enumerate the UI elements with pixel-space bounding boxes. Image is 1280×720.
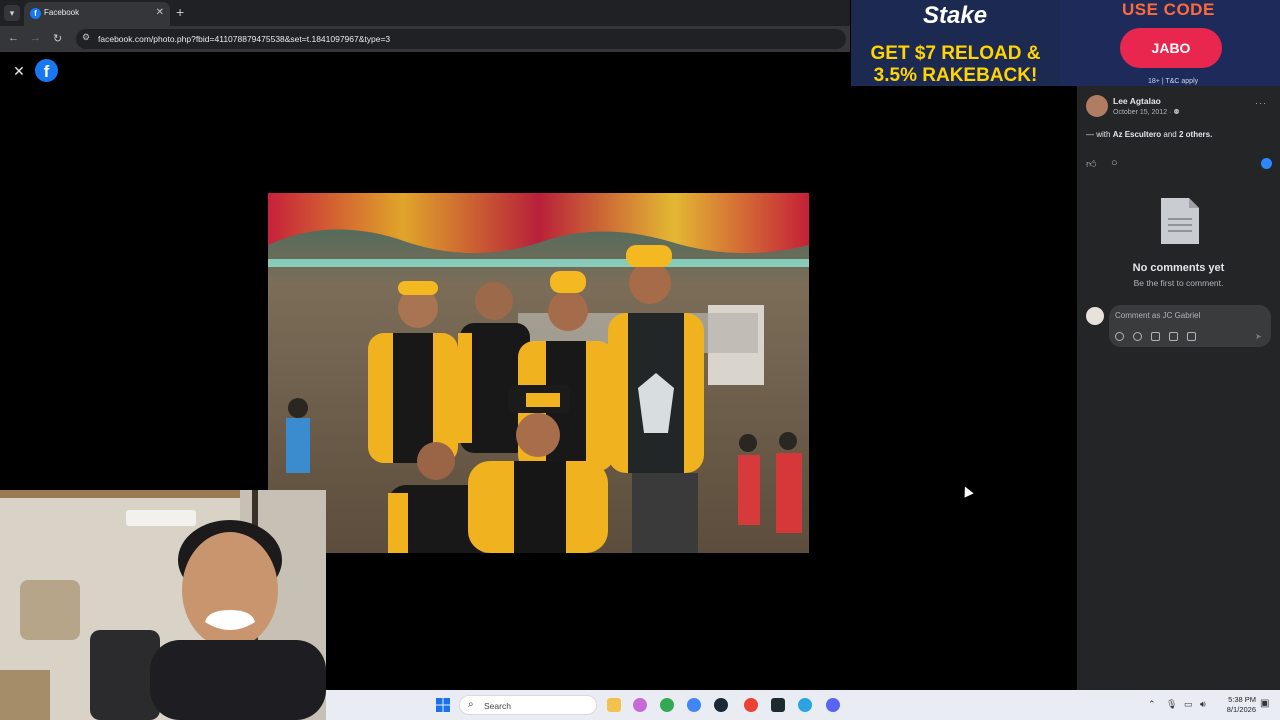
close-icon[interactable]: ✕: [10, 62, 28, 80]
and-text: and: [1163, 130, 1177, 139]
search-icon: ⌕: [468, 699, 474, 710]
comment-placeholder: Comment as JC Gabriel: [1115, 311, 1201, 320]
telegram-icon[interactable]: [798, 698, 812, 712]
url-text[interactable]: facebook.com/photo.php?fbid=411078879475…: [98, 34, 390, 44]
emoji-icon[interactable]: [1133, 332, 1142, 341]
ad-code-button[interactable]: JABO: [1120, 28, 1222, 68]
site-info-icon[interactable]: ⚙: [82, 32, 90, 43]
facebook-logo-icon[interactable]: f: [35, 59, 58, 82]
tagged-people: — with Az Escultero and 2 others.: [1086, 130, 1212, 139]
copilot-icon[interactable]: [633, 698, 647, 712]
volume-icon[interactable]: 🔊︎: [1200, 699, 1206, 710]
group-photo-illustration: [268, 193, 809, 553]
post-sidebar: Lee Agtalao October 15, 2012 · ⚉ ··· — w…: [1077, 86, 1280, 690]
file-explorer-icon[interactable]: [607, 698, 621, 712]
comment-icon[interactable]: ○: [1111, 157, 1118, 169]
microphone-icon[interactable]: 🎙︎: [1166, 699, 1177, 710]
post-date-text: October 15, 2012 ·: [1113, 109, 1172, 116]
chrome-icon[interactable]: [660, 698, 674, 712]
with-prefix: — with: [1086, 130, 1111, 139]
back-arrow-icon[interactable]: ←: [8, 32, 19, 44]
camera-icon[interactable]: [1151, 332, 1160, 341]
send-icon[interactable]: ➤: [1255, 332, 1262, 341]
like-icon[interactable]: 👍︎: [1086, 158, 1096, 170]
windows-taskbar: ⌕ Search ⌃ 🎙︎ ▭ 🔊︎ 5:38 PM 8/1/2026 ▣: [326, 690, 1280, 720]
ad-left-panel: Stake GET $7 RELOAD & 3.5% RAKEBACK!: [851, 0, 1060, 86]
notification-icon[interactable]: ▣: [1260, 698, 1269, 709]
more-options-icon[interactable]: ···: [1255, 98, 1267, 108]
no-comments-subtitle: Be the first to comment.: [1133, 278, 1224, 288]
webcam-feed-illustration: [0, 490, 326, 720]
privacy-icon: ⚉: [1173, 109, 1180, 116]
facebook-favicon-icon: f: [30, 8, 41, 19]
taskbar-search-box[interactable]: ⌕ Search: [459, 695, 597, 715]
ad-code-label: USE CODE: [1122, 0, 1215, 19]
current-user-avatar: [1086, 307, 1104, 325]
post-date[interactable]: October 15, 2012 · ⚉: [1113, 108, 1180, 116]
new-tab-button[interactable]: +: [176, 4, 184, 20]
ad-fine-print: 18+ | T&C apply: [1148, 78, 1199, 85]
gif-icon[interactable]: [1169, 332, 1178, 341]
comment-input[interactable]: Comment as JC Gabriel ➤: [1109, 305, 1271, 347]
author-name[interactable]: Lee Agtalao: [1113, 96, 1161, 106]
others-link[interactable]: 2 others.: [1179, 130, 1212, 139]
empty-document-icon: [1161, 198, 1199, 244]
reload-icon[interactable]: ↻: [53, 32, 62, 45]
chrome-profile-icon[interactable]: [687, 698, 701, 712]
post-photo[interactable]: [268, 193, 809, 553]
no-comments-title: No comments yet: [1132, 262, 1225, 274]
webcam-overlay: [0, 490, 326, 720]
discord-icon[interactable]: [826, 698, 840, 712]
close-tab-icon[interactable]: ✕: [156, 7, 164, 18]
screen: ▾ f Facebook ✕ + ← → ↻ ⚙ facebook.com/ph…: [0, 0, 1280, 720]
tagged-person-link[interactable]: Az Escultero: [1113, 130, 1161, 139]
clock-time: 5:38 PM: [1228, 695, 1256, 704]
terminal-icon[interactable]: [771, 698, 785, 712]
avatar-sticker-icon[interactable]: [1115, 332, 1124, 341]
browser-toolbar: ← → ↻ ⚙ facebook.com/photo.php?fbid=4110…: [0, 26, 850, 52]
windows-start-icon[interactable]: [436, 698, 450, 712]
tab-search-icon[interactable]: ▾: [4, 5, 20, 21]
reaction-badge-icon: [1261, 158, 1272, 169]
tab-facebook[interactable]: f Facebook ✕: [24, 2, 170, 26]
taskbar-search-placeholder: Search: [484, 701, 511, 711]
sticker-icon[interactable]: [1187, 332, 1196, 341]
forward-arrow-icon[interactable]: →: [30, 32, 41, 44]
author-avatar[interactable]: [1086, 95, 1108, 117]
ad-banner[interactable]: Stake GET $7 RELOAD & 3.5% RAKEBACK! USE…: [851, 0, 1280, 86]
network-icon[interactable]: ▭: [1184, 699, 1193, 710]
address-bar[interactable]: ⚙ facebook.com/photo.php?fbid=4110788794…: [76, 29, 846, 49]
tray-chevron-icon[interactable]: ⌃: [1148, 699, 1156, 710]
ad-right-panel: USE CODE JABO 18+ | T&C apply: [1060, 0, 1280, 86]
ad-headline: GET $7 RELOAD & 3.5% RAKEBACK!: [870, 43, 1041, 86]
system-clock[interactable]: 5:38 PM 8/1/2026: [1216, 695, 1256, 715]
tab-title: Facebook: [44, 8, 80, 17]
steam-icon[interactable]: [714, 698, 728, 712]
ad-brand-logo: Stake: [923, 2, 988, 29]
chrome-active-icon[interactable]: [744, 698, 758, 712]
clock-date: 8/1/2026: [1226, 705, 1256, 714]
browser-tab-bar: ▾ f Facebook ✕ +: [0, 0, 850, 26]
